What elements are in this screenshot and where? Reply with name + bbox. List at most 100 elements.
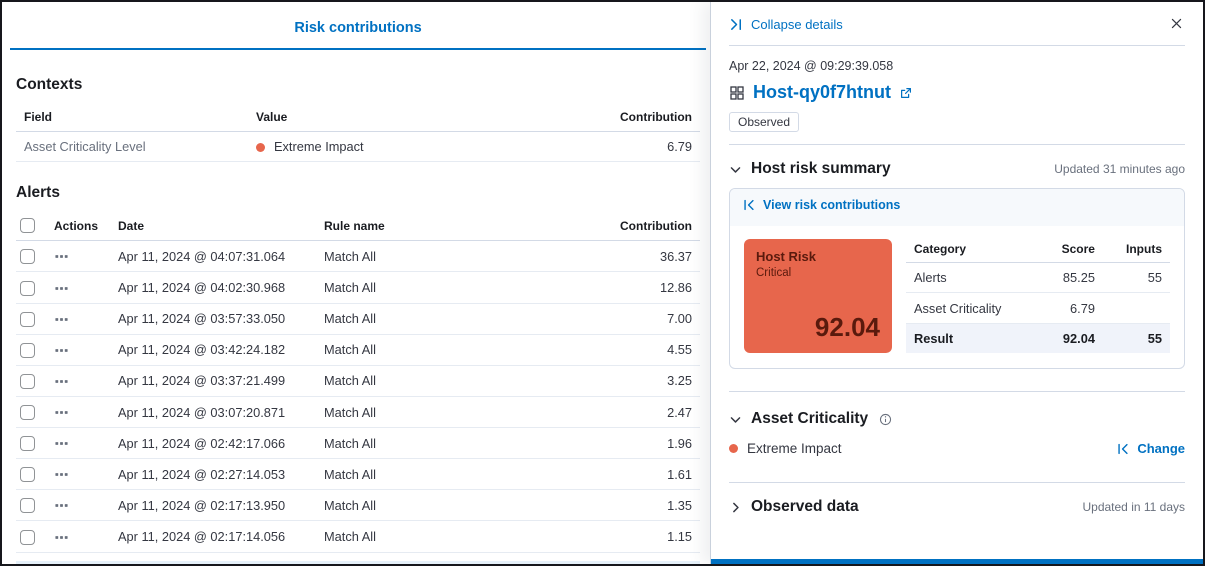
row-checkbox[interactable]	[20, 249, 35, 264]
close-flyout-button[interactable]	[1168, 13, 1185, 35]
row-checkbox[interactable]	[20, 530, 35, 545]
risk-panel-body: Host Risk Critical 92.04 Category Score …	[730, 226, 1184, 368]
col-header-actions: Actions	[46, 211, 110, 241]
view-risk-contributions-button[interactable]: View risk contributions	[742, 198, 900, 212]
alert-date: Apr 11, 2024 @ 02:17:13.950	[110, 490, 316, 521]
asset-criticality-header: Asset Criticality	[729, 410, 1185, 428]
alert-rule-name: Match All	[316, 365, 590, 396]
change-criticality-button[interactable]: Change	[1116, 441, 1185, 456]
alert-row: Apr 11, 2024 @ 02:17:14.056 Match All 1.…	[16, 521, 700, 552]
alert-select-cell	[16, 365, 46, 396]
col-header-value: Value	[248, 103, 590, 132]
row-checkbox[interactable]	[20, 374, 35, 389]
close-icon	[1170, 17, 1183, 30]
row-checkbox[interactable]	[20, 467, 35, 482]
alert-date: Apr 11, 2024 @ 03:42:24.182	[110, 334, 316, 365]
asset-criticality-value: Extreme Impact	[729, 441, 842, 456]
view-risk-contributions-label: View risk contributions	[763, 198, 900, 212]
arrow-start-icon	[742, 198, 756, 212]
alert-contribution: 7.00	[590, 303, 700, 334]
info-icon[interactable]	[879, 413, 892, 426]
alert-date: Apr 11, 2024 @ 02:27:14.053	[110, 459, 316, 490]
risk-card-level: Critical	[756, 267, 880, 279]
arrow-end-icon	[729, 17, 744, 32]
alert-date: Apr 11, 2024 @ 03:07:20.871	[110, 396, 316, 427]
row-checkbox[interactable]	[20, 405, 35, 420]
flyout-header: Collapse details	[729, 2, 1185, 46]
alert-rule-name: Match All	[316, 334, 590, 365]
alert-select-cell	[16, 334, 46, 365]
timeline-bottom-bar[interactable]	[711, 559, 1203, 564]
risk-table-row: Alerts 85.25 55	[906, 263, 1170, 293]
observed-data-header: Observed data Updated in 11 days	[729, 498, 1185, 516]
host-risk-score-card: Host Risk Critical 92.04	[744, 239, 892, 353]
risk-breakdown-table: Category Score Inputs Alerts 85.25 55	[906, 239, 1170, 353]
alert-actions-cell	[46, 521, 110, 552]
row-checkbox[interactable]	[20, 281, 35, 296]
risk-card-score: 92.04	[815, 312, 880, 343]
asset-criticality-toggle[interactable]: Asset Criticality	[729, 410, 892, 428]
alert-date: Apr 11, 2024 @ 02:42:17.066	[110, 428, 316, 459]
criticality-dot-icon	[256, 143, 265, 152]
select-all-checkbox[interactable]	[20, 218, 35, 233]
risk-table-header-row: Category Score Inputs	[906, 239, 1170, 263]
row-actions-icon[interactable]	[54, 279, 69, 294]
row-checkbox[interactable]	[20, 498, 35, 513]
alert-date: Apr 11, 2024 @ 03:57:33.050	[110, 303, 316, 334]
observed-updated-text: Updated in 11 days	[1082, 500, 1185, 514]
contexts-table: Field Value Contribution Asset Criticali…	[16, 103, 700, 162]
row-checkbox[interactable]	[20, 436, 35, 451]
host-risk-summary-toggle[interactable]: Host risk summary	[729, 160, 891, 178]
alert-actions-cell	[46, 334, 110, 365]
alert-row: Apr 11, 2024 @ 03:57:33.050 Match All 7.…	[16, 303, 700, 334]
row-actions-icon[interactable]	[54, 311, 69, 326]
alert-select-cell	[16, 490, 46, 521]
risk-category: Alerts	[906, 263, 1039, 293]
risk-table-row: Asset Criticality 6.79	[906, 293, 1170, 323]
risk-contributions-panel: Risk contributions Contexts Field Value …	[2, 2, 714, 564]
row-actions-icon[interactable]	[54, 466, 69, 481]
host-title-link[interactable]: Host-qy0f7htnut	[729, 82, 1185, 103]
context-value: Extreme Impact	[248, 132, 590, 162]
row-actions-icon[interactable]	[54, 373, 69, 388]
col-header-contribution: Contribution	[590, 103, 700, 132]
contexts-header-row: Field Value Contribution	[16, 103, 700, 132]
alerts-header-row: Actions Date Rule name Contribution	[16, 211, 700, 241]
col-header-score: Score	[1039, 239, 1103, 263]
risk-inputs: 55	[1103, 323, 1170, 353]
alert-row: Apr 11, 2024 @ 03:42:24.182 Match All 4.…	[16, 334, 700, 365]
alert-select-cell	[16, 272, 46, 303]
risk-category: Asset Criticality	[906, 293, 1039, 323]
alert-contribution: 36.37	[590, 241, 700, 272]
alert-contribution: 4.55	[590, 334, 700, 365]
col-header-select	[16, 211, 46, 241]
row-actions-icon[interactable]	[54, 342, 69, 357]
chevron-down-icon	[729, 413, 742, 426]
row-actions-icon[interactable]	[54, 435, 69, 450]
alert-rule-name: Match All	[316, 521, 590, 552]
tab-risk-contributions[interactable]: Risk contributions	[10, 10, 706, 50]
host-risk-summary-title: Host risk summary	[751, 160, 891, 178]
context-field: Asset Criticality Level	[16, 132, 248, 162]
risk-category: Result	[906, 323, 1039, 353]
col-header-category: Category	[906, 239, 1039, 263]
alert-contribution: 1.15	[590, 521, 700, 552]
context-value-label: Extreme Impact	[274, 139, 364, 154]
col-header-field: Field	[16, 103, 248, 132]
alert-rule-name: Match All	[316, 272, 590, 303]
host-risk-summary-header: Host risk summary Updated 31 minutes ago	[729, 160, 1185, 178]
row-actions-icon[interactable]	[54, 404, 69, 419]
row-actions-icon[interactable]	[54, 248, 69, 263]
row-actions-icon[interactable]	[54, 528, 69, 543]
alert-rule-name: Match All	[316, 241, 590, 272]
host-details-flyout: Collapse details Apr 22, 2024 @ 09:29:39…	[710, 2, 1203, 564]
criticality-dot-icon	[729, 444, 738, 453]
collapse-details-button[interactable]: Collapse details	[729, 17, 843, 32]
row-checkbox[interactable]	[20, 312, 35, 327]
observed-data-toggle[interactable]: Observed data	[729, 498, 859, 516]
host-risk-panel: View risk contributions Host Risk Critic…	[729, 188, 1185, 369]
alert-row: Apr 11, 2024 @ 02:27:14.053 Match All 1.…	[16, 459, 700, 490]
row-checkbox[interactable]	[20, 343, 35, 358]
row-actions-icon[interactable]	[54, 497, 69, 512]
alert-row: Apr 11, 2024 @ 03:07:20.871 Match All 2.…	[16, 396, 700, 427]
